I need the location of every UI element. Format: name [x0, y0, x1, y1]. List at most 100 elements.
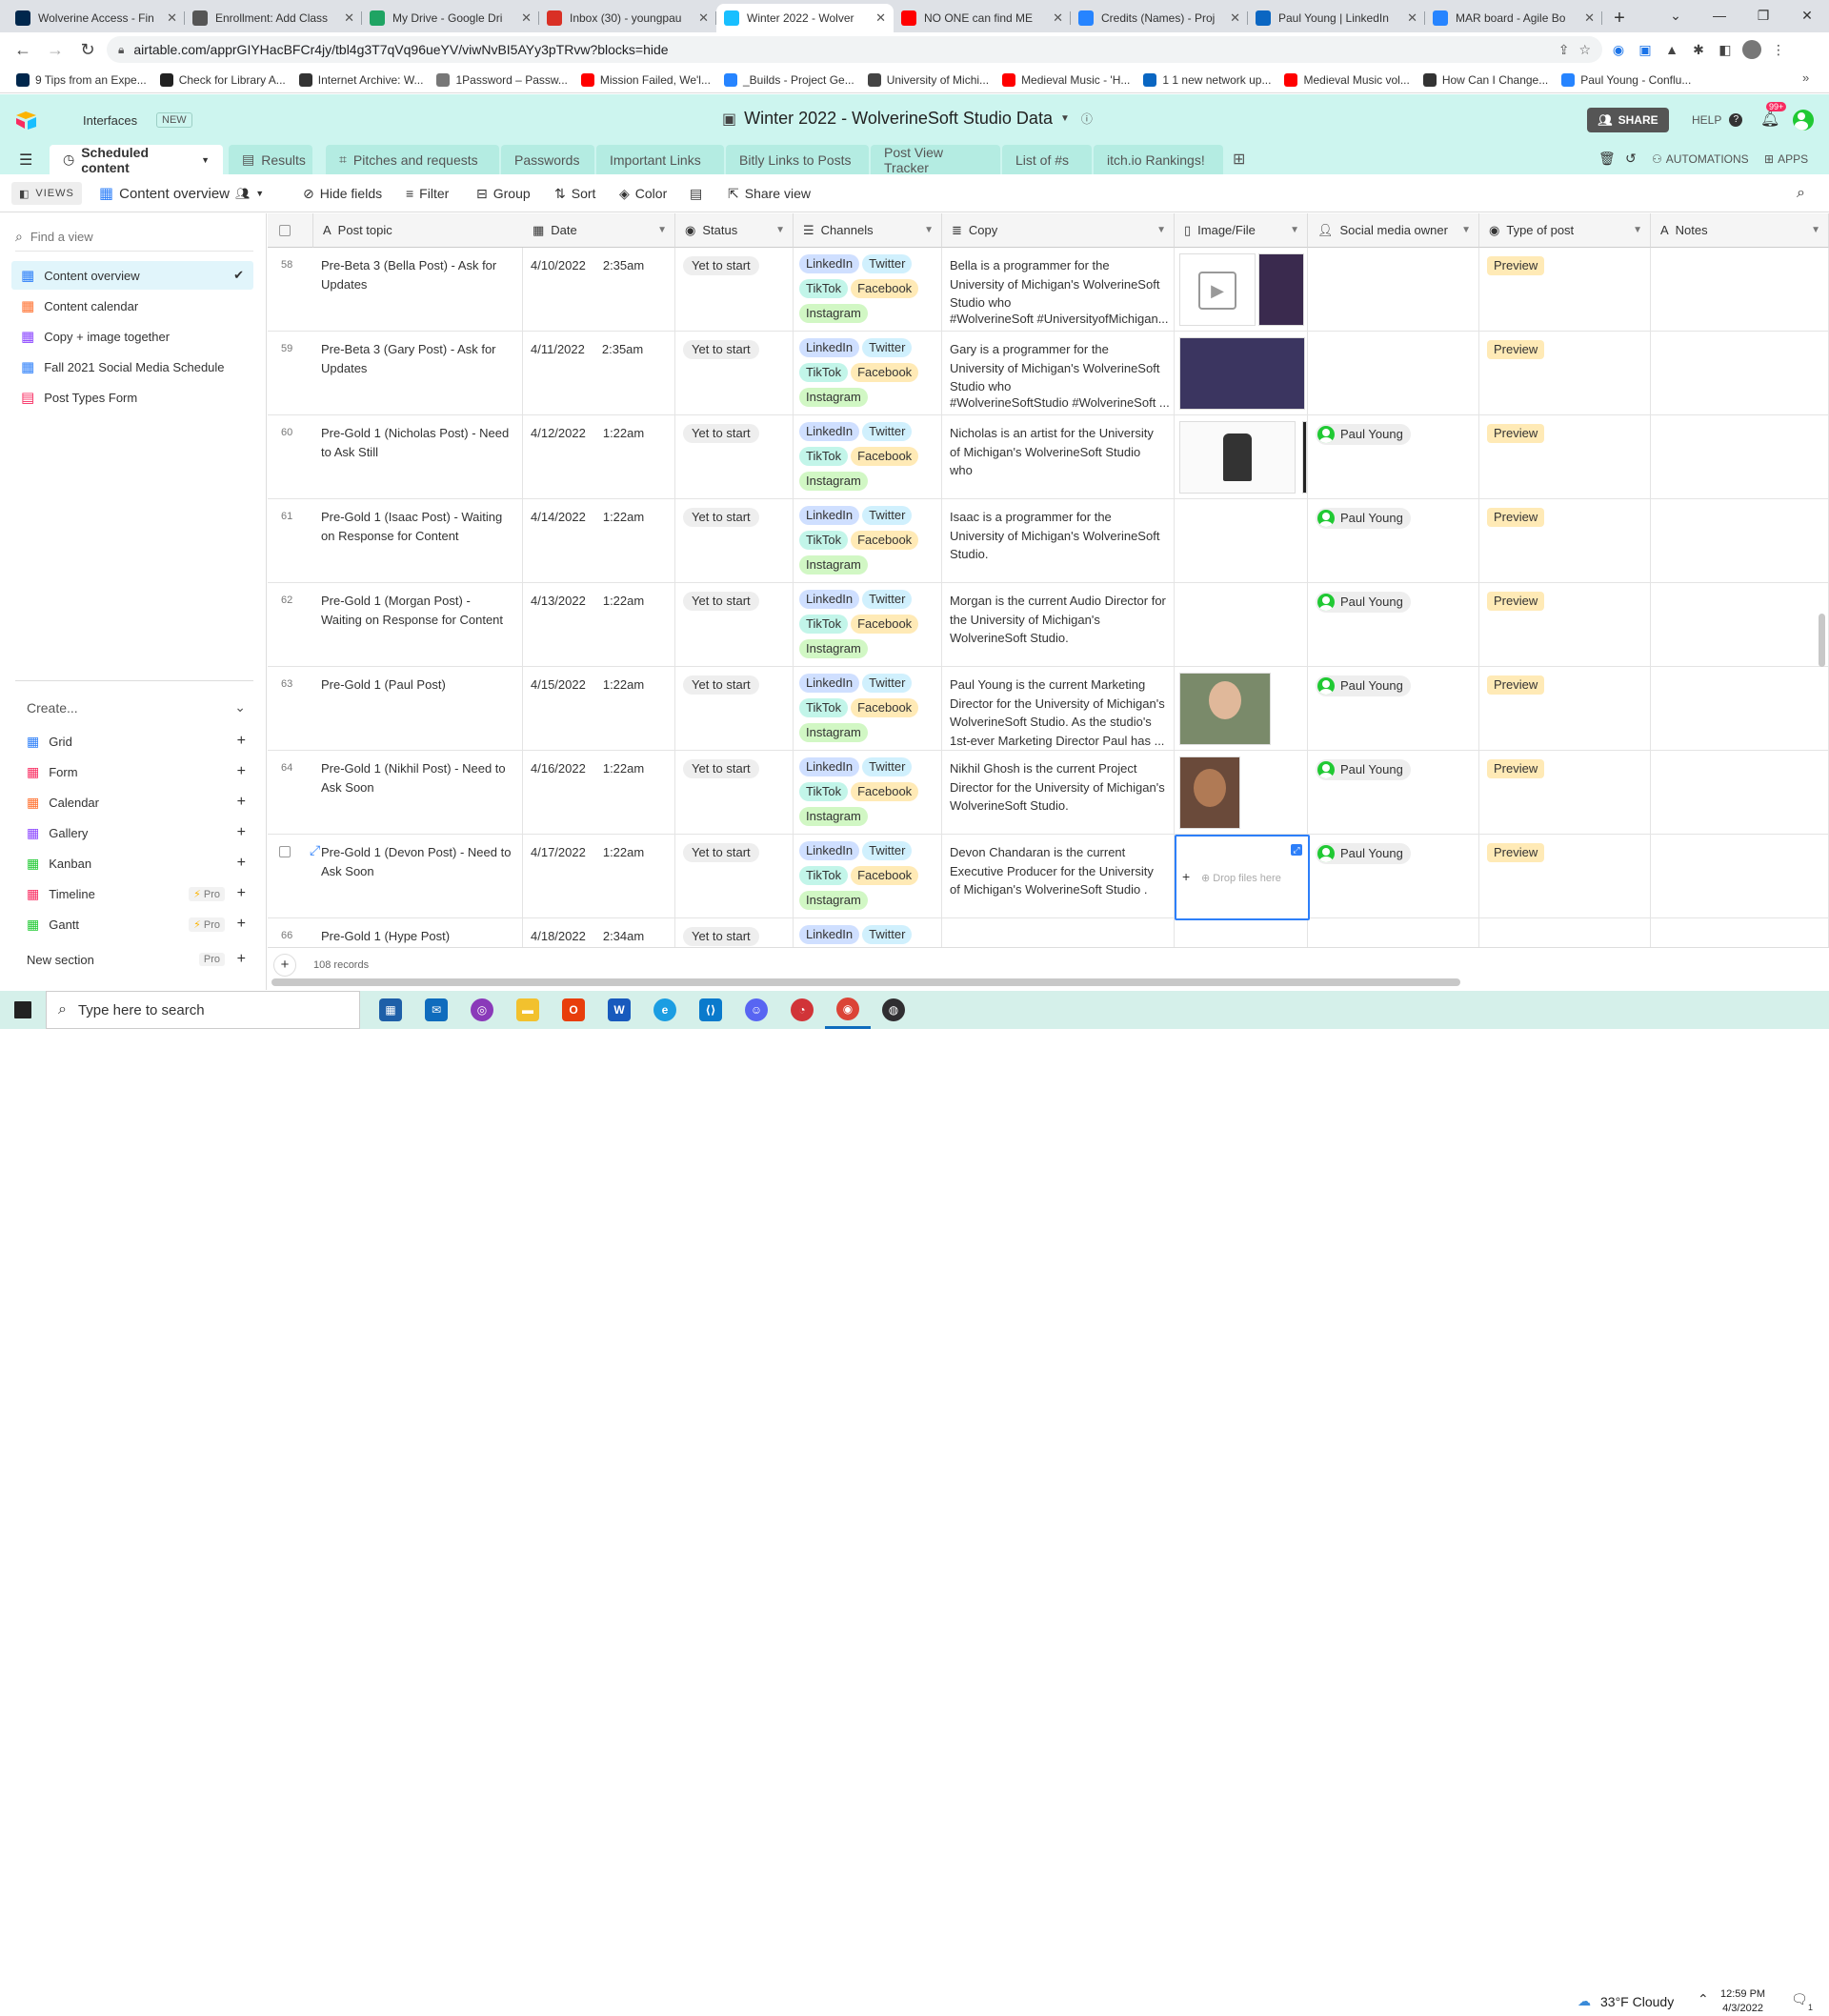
windows-start-icon[interactable] [0, 991, 46, 1029]
sidepanel-icon[interactable]: ◧ [1715, 39, 1736, 60]
cell-copy[interactable]: Bella is a programmer for the University… [942, 248, 1175, 332]
cell-channels[interactable]: LinkedIn Twitter TikTok Facebook Instagram [794, 751, 942, 835]
cell-channels[interactable]: LinkedIn Twitter TikTok Facebook Instagram [794, 667, 942, 751]
close-tab-icon[interactable]: ✕ [1053, 10, 1063, 26]
cell-notes[interactable] [1651, 499, 1829, 583]
hamburger-icon[interactable]: ☰ [19, 151, 32, 170]
clock[interactable]: 12:59 PM 4/3/2022 [1720, 1987, 1765, 2016]
taskview-icon[interactable]: ▦ [368, 991, 413, 1029]
cell-notes[interactable] [1651, 583, 1829, 667]
cell-status[interactable]: Yet to start [675, 667, 794, 751]
info-icon[interactable]: ⓘ [1081, 111, 1093, 127]
cell-post-topic[interactable]: Pre-Gold 1 (Nicholas Post) - Need to Ask… [313, 415, 523, 499]
extension-a-icon[interactable]: ▲ [1661, 39, 1682, 60]
cell-status[interactable]: Yet to start [675, 499, 794, 583]
profile-avatar[interactable] [1741, 39, 1762, 60]
cell-post-topic[interactable]: Pre-Gold 1 (Devon Post) - Need to Ask So… [313, 835, 523, 918]
tab-search-icon[interactable]: ⌄ [1654, 0, 1698, 30]
close-tab-icon[interactable]: ✕ [1230, 10, 1240, 26]
tab-bitly-links[interactable]: Bitly Links to Posts [726, 145, 869, 174]
color-button[interactable]: ◈ Color [619, 182, 667, 205]
cell-channels[interactable]: LinkedIn Twitter TikTok Facebook Instagram [794, 415, 942, 499]
browser-tab[interactable]: Wolverine Access - Fin ✕ [8, 4, 185, 32]
sidebar-view-item[interactable]: ▦ Content calendar [11, 292, 253, 320]
extension-1password-icon[interactable]: ◉ [1608, 39, 1629, 60]
cell-post-topic[interactable]: Pre-Gold 1 (Isaac Post) - Waiting on Res… [313, 499, 523, 583]
headshot-photo-thumbnail[interactable] [1179, 756, 1240, 829]
tab-itchio-rankings[interactable]: itch.io Rankings! [1094, 145, 1223, 174]
cell-image-file[interactable] [1175, 499, 1308, 583]
cell-type-of-post[interactable]: Preview [1479, 248, 1651, 332]
browser-tab[interactable]: Inbox (30) - youngpau ✕ [539, 4, 716, 32]
new-section-button[interactable]: New section Pro + [27, 947, 246, 972]
character-art-thumbnail[interactable] [1179, 421, 1296, 494]
airtable-logo-icon[interactable] [15, 111, 38, 130]
cell-date[interactable]: 4/17/2022 1:22am [523, 835, 675, 918]
cell-status[interactable]: Yet to start [675, 248, 794, 332]
cell-date[interactable]: 4/10/2022 2:35am [523, 248, 675, 332]
bookmark-item[interactable]: Medieval Music vol... [1277, 72, 1416, 87]
find-view-input[interactable] [30, 230, 231, 244]
cell-date[interactable]: 4/15/2022 1:22am [523, 667, 675, 751]
cell-social-media-owner[interactable]: Paul Young [1308, 415, 1479, 499]
word-icon[interactable]: W [596, 991, 642, 1029]
bookmark-star-icon[interactable]: ☆ [1578, 42, 1591, 58]
find-view-field[interactable]: ⌕ [15, 223, 253, 252]
cell-channels[interactable]: LinkedIn Twitter TikTok Facebook Instagram [794, 248, 942, 332]
cell-notes[interactable] [1651, 248, 1829, 332]
column-header-type-of-post[interactable]: ◉ Type of post ▼ [1479, 213, 1651, 248]
cell-date[interactable]: 4/16/2022 1:22am [523, 751, 675, 835]
extensions-puzzle-icon[interactable]: ✱ [1688, 39, 1709, 60]
column-header-date[interactable]: ▦ Date ▼ [523, 213, 675, 248]
cell-status[interactable]: Yet to start [675, 835, 794, 918]
file-explorer-icon[interactable]: ▬ [505, 991, 551, 1029]
headshot-photo-thumbnail[interactable] [1179, 673, 1271, 745]
cell-type-of-post[interactable]: Preview [1479, 332, 1651, 415]
table-row[interactable]: 61 Pre-Gold 1 (Isaac Post) - Waiting on R… [268, 499, 1829, 583]
share-icon[interactable]: ⇪ [1558, 42, 1570, 58]
account-avatar[interactable] [1793, 110, 1814, 131]
bookmark-item[interactable]: Mission Failed, We'l... [574, 72, 717, 87]
video-thumbnail[interactable]: ▶ [1179, 253, 1256, 326]
browser-tab[interactable]: NO ONE can find ME ✕ [894, 4, 1071, 32]
add-record-button[interactable]: + [273, 954, 296, 977]
url-bar[interactable]: 🔒︎ airtable.com/apprGIYHacBFCr4jy/tbl4g3… [107, 36, 1602, 63]
cell-notes[interactable] [1651, 751, 1829, 835]
cell-date[interactable]: 4/11/2022 2:35am [523, 332, 675, 415]
table-row[interactable]: 63 Pre-Gold 1 (Paul Post) 4/15/2022 1:22am Y… [268, 667, 1829, 751]
add-table-icon[interactable]: ⊞ [1233, 150, 1245, 169]
cell-type-of-post[interactable]: Preview [1479, 667, 1651, 751]
browser-tab[interactable]: Enrollment: Add Class ✕ [185, 4, 362, 32]
bookmarks-overflow-icon[interactable]: » [1802, 71, 1809, 85]
notifications-bell-icon[interactable]: 🔔︎ [1760, 110, 1779, 129]
cell-type-of-post[interactable]: Preview [1479, 835, 1651, 918]
office-icon[interactable]: O [551, 991, 596, 1029]
restore-button[interactable]: ❐ [1741, 0, 1785, 30]
cell-type-of-post[interactable]: Preview [1479, 499, 1651, 583]
base-title[interactable]: ▣ Winter 2022 - WolverineSoft Studio Dat… [722, 109, 1093, 129]
tab-results[interactable]: ▤ Results [229, 145, 312, 174]
weather-widget[interactable]: ☁ 33°F Cloudy [1578, 1993, 1674, 2009]
trash-icon[interactable]: 🗑︎ [1598, 151, 1616, 167]
cell-status[interactable]: Yet to start [675, 332, 794, 415]
cell-copy[interactable]: Paul Young is the current Marketing Dire… [942, 667, 1175, 751]
bookmark-item[interactable]: _Builds - Project Ge... [717, 72, 861, 87]
interfaces-link[interactable]: Interfaces [83, 113, 137, 128]
cell-copy[interactable]: Nikhil Ghosh is the current Project Dire… [942, 751, 1175, 835]
filter-button[interactable]: ≡ Filter [406, 182, 449, 205]
game-screenshot-thumbnail[interactable] [1258, 253, 1304, 326]
column-header-status[interactable]: ◉ Status ▼ [675, 213, 794, 248]
create-view-grid[interactable]: ▦ Grid + [27, 729, 246, 754]
game-screenshot-thumbnail[interactable] [1179, 337, 1305, 410]
tray-chevron-icon[interactable]: ⌃ [1698, 1991, 1709, 2007]
table-row[interactable]: 60 Pre-Gold 1 (Nicholas Post) - Need to A… [268, 415, 1829, 499]
browser-tab[interactable]: Credits (Names) - Proj ✕ [1071, 4, 1248, 32]
bookmark-item[interactable]: Internet Archive: W... [292, 72, 431, 87]
close-tab-icon[interactable]: ✕ [875, 10, 886, 26]
history-icon[interactable]: ↺ [1625, 151, 1637, 167]
image-thumbnail-partial[interactable] [1302, 421, 1307, 494]
taskbar-search[interactable]: ⌕ Type here to search [46, 991, 360, 1029]
horizontal-scrollbar[interactable] [271, 978, 1460, 986]
table-row[interactable]: 64 Pre-Gold 1 (Nikhil Post) - Need to Ask… [268, 751, 1829, 835]
cell-date[interactable]: 4/13/2022 1:22am [523, 583, 675, 667]
